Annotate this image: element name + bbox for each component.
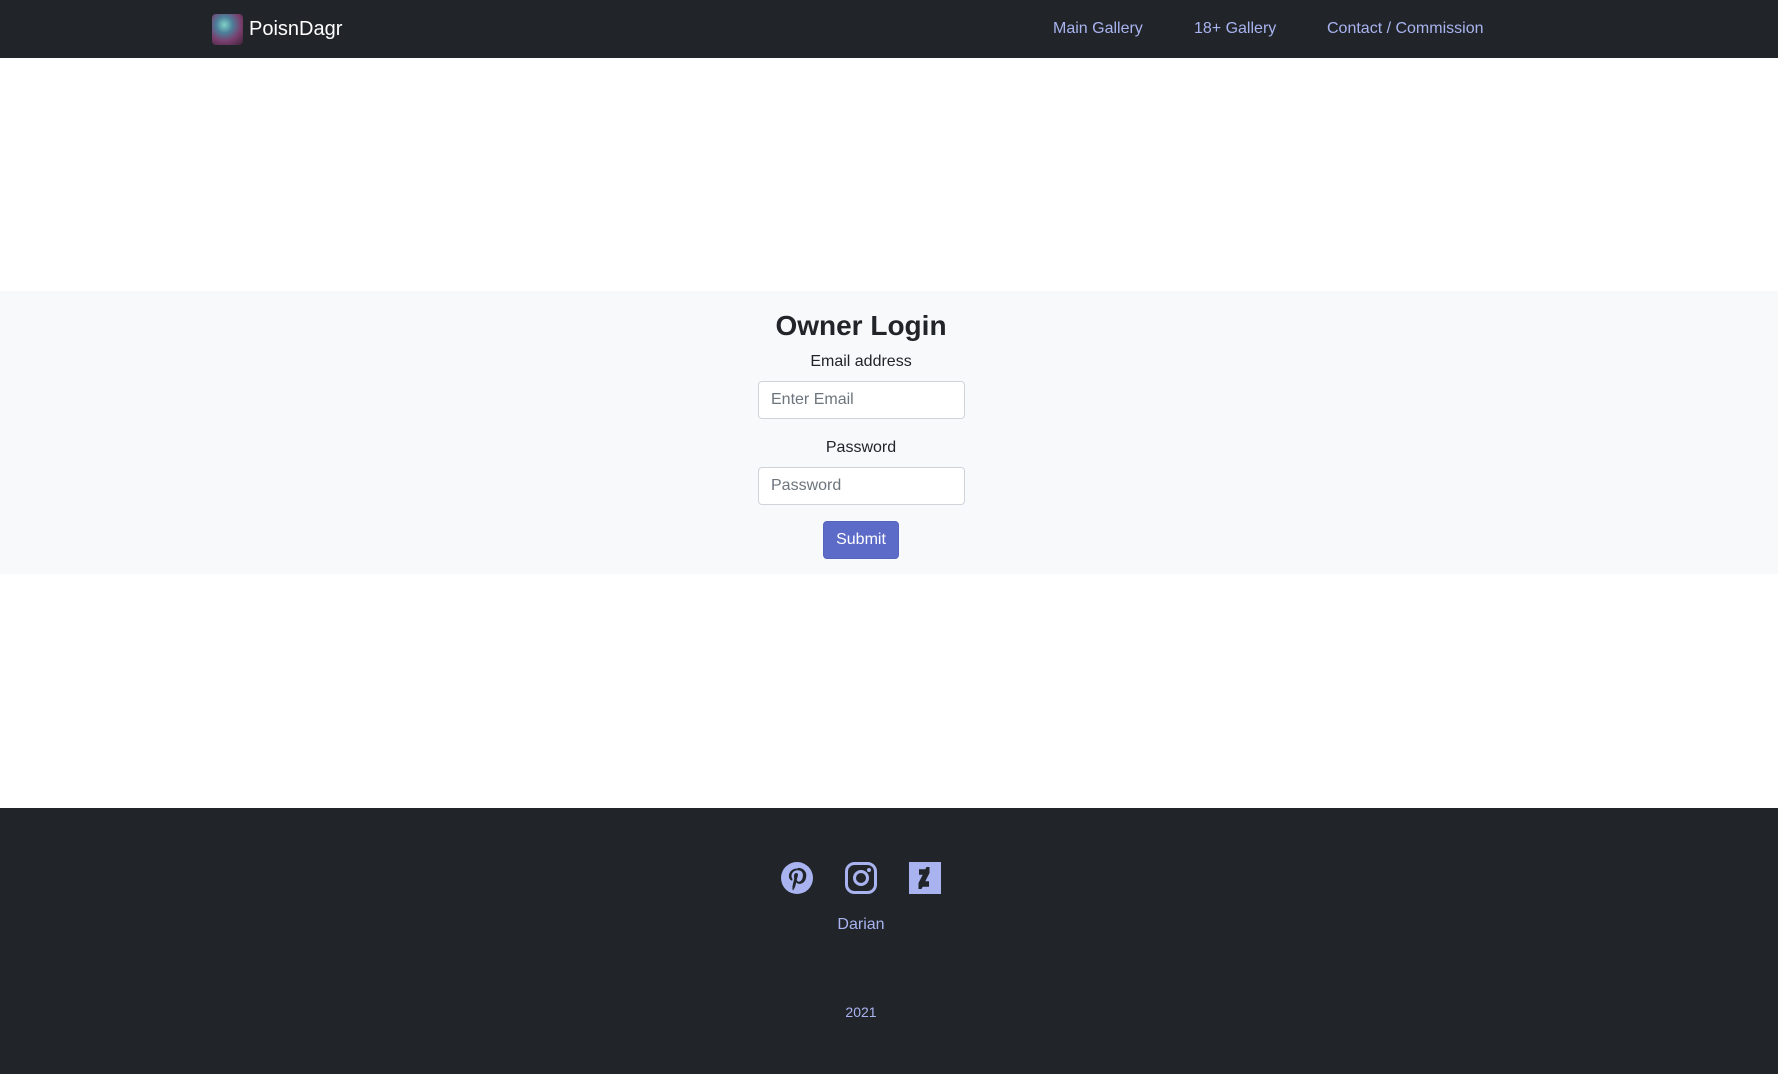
nav-link-contact-commission[interactable]: Contact / Commission <box>1327 18 1484 40</box>
footer-year: 2021 <box>845 1004 877 1020</box>
login-section: Owner Login Email address Password Submi… <box>0 291 1778 574</box>
instagram-icon[interactable] <box>844 861 878 895</box>
nav-link-18plus-gallery[interactable]: 18+ Gallery <box>1194 18 1276 40</box>
email-label: Email address <box>810 353 912 370</box>
footer: Darian 2021 <box>0 808 1778 1074</box>
nav-link-main-gallery[interactable]: Main Gallery <box>1053 18 1143 40</box>
brand-logo <box>212 14 243 45</box>
login-title: Owner Login <box>775 310 947 341</box>
password-input[interactable] <box>758 467 965 505</box>
brand-link[interactable]: PoisnDagr <box>212 14 342 45</box>
email-input[interactable] <box>758 381 965 419</box>
top-navbar: PoisnDagr Main Gallery 18+ Gallery Conta… <box>0 0 1778 58</box>
password-label: Password <box>825 439 897 456</box>
footer-name: Darian <box>837 916 885 933</box>
submit-button[interactable]: Submit <box>823 521 899 559</box>
pinterest-icon[interactable] <box>780 861 814 895</box>
brand-name: PoisnDagr <box>249 18 343 40</box>
deviantart-icon[interactable] <box>908 861 942 895</box>
